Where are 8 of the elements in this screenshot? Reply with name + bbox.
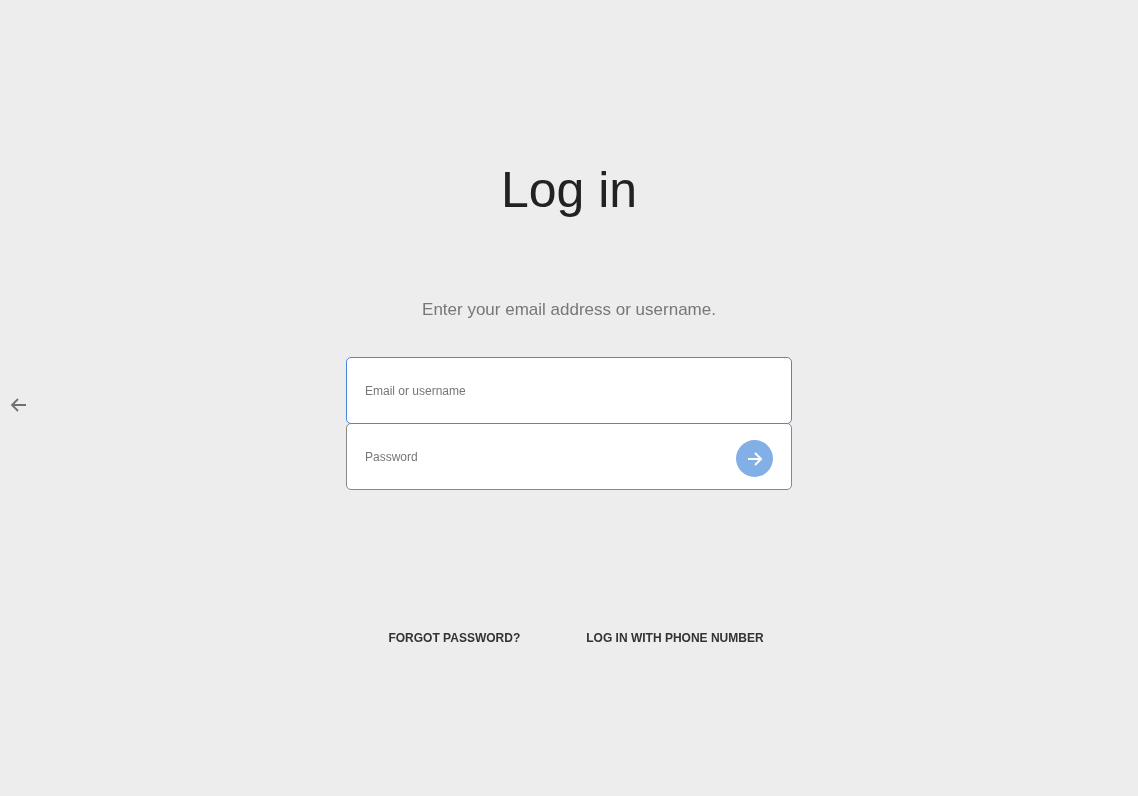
input-field[interactable]: Email or username [346, 357, 792, 424]
text-link[interactable]: LOG IN WITH PHONE NUMBER [586, 631, 764, 645]
input-field[interactable]: Password [346, 423, 792, 490]
instruction-text: Enter your email address or username. [422, 300, 716, 320]
text-link[interactable]: FORGOT PASSWORD? [388, 631, 521, 645]
arrow-icon [745, 449, 764, 468]
back-icon[interactable] [10, 397, 28, 413]
page-title: Log in [500, 161, 638, 220]
